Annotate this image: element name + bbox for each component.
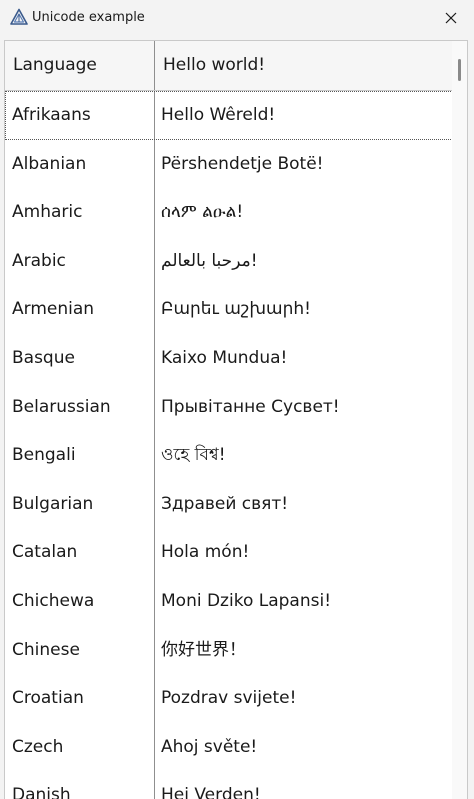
vertical-scrollbar[interactable]	[452, 41, 467, 799]
table-header: Language Hello world!	[5, 41, 453, 91]
cell-language: Bengali	[5, 431, 155, 480]
unicode-table: Language Hello world! Afrikaans Hello Wêr…	[4, 40, 468, 799]
cell-language: Belarussian	[5, 382, 155, 432]
cell-hello-world: ሰላም ልዑል!	[161, 202, 244, 223]
table-row[interactable]: Arabic مرحبا بالعالم!	[5, 236, 453, 286]
cell-language: Danish	[5, 771, 155, 799]
table-row[interactable]: Armenian Բարեւ աշխարհ!	[5, 285, 453, 334]
cell-language: Amharic	[5, 188, 155, 237]
table-row[interactable]: Chinese 你好世界！	[5, 625, 453, 675]
cell-hello-world: Përshendetje Botë!	[161, 153, 324, 174]
table-row[interactable]: Afrikaans Hello Wêreld!	[5, 91, 453, 140]
cell-hello-world: Ahoj světe!	[161, 736, 258, 757]
table-row[interactable]: Amharic ሰላም ልዑል!	[5, 188, 453, 237]
cell-hello-world: Прывітанне Сусвет!	[161, 396, 340, 417]
app-triangle-icon	[10, 8, 28, 26]
cell-hello-world: Hola món!	[161, 542, 250, 563]
cell-language: Bulgarian	[5, 479, 155, 529]
column-header-language[interactable]: Language	[5, 41, 155, 90]
column-header-hello-world[interactable]: Hello world!	[155, 41, 453, 90]
title-bar: Unicode example	[0, 0, 474, 36]
close-icon	[445, 12, 457, 24]
cell-hello-world: Բարեւ աշխարհ!	[161, 299, 311, 320]
scrollbar-thumb[interactable]	[458, 59, 461, 81]
table-row[interactable]: Belarussian Прывітанне Сусвет!	[5, 382, 453, 432]
cell-hello-world: Kaixo Mundua!	[161, 347, 288, 368]
cell-hello-world: Moni Dziko Lapansi!	[161, 590, 332, 611]
cell-language: Basque	[5, 333, 155, 383]
table-row[interactable]: Bengali ওহে বিশ্ব!	[5, 431, 453, 480]
cell-hello-world: 你好世界！	[161, 639, 246, 660]
table-row[interactable]: Danish Hej Verden!	[5, 771, 453, 799]
table-row[interactable]: Basque Kaixo Mundua!	[5, 333, 453, 383]
cell-language: Chichewa	[5, 576, 155, 626]
table-row[interactable]: Croatian Pozdrav svijete!	[5, 674, 453, 723]
cell-hello-world: ওহে বিশ্ব!	[161, 445, 226, 466]
close-button[interactable]	[428, 0, 474, 36]
cell-hello-world: Hello Wêreld!	[161, 105, 276, 125]
cell-language: Chinese	[5, 625, 155, 675]
table-row[interactable]: Czech Ahoj světe!	[5, 722, 453, 772]
table-body: Afrikaans Hello Wêreld! Albanian Përshendet…	[5, 91, 453, 799]
window-title: Unicode example	[32, 10, 145, 25]
cell-hello-world: مرحبا بالعالم!	[161, 250, 258, 271]
cell-language: Catalan	[5, 528, 155, 577]
cell-hello-world: Pozdrav svijete!	[161, 688, 297, 709]
cell-language: Arabic	[5, 236, 155, 286]
table-row[interactable]: Bulgarian Здравей свят!	[5, 479, 453, 529]
table-row[interactable]: Albanian Përshendetje Botë!	[5, 139, 453, 189]
app-window: Unicode example Language Hello world! Af…	[0, 0, 474, 799]
cell-hello-world: Здравей свят!	[161, 493, 289, 514]
cell-language: Croatian	[5, 674, 155, 723]
cell-hello-world: Hej Verden!	[161, 785, 261, 799]
cell-language: Albanian	[5, 139, 155, 189]
cell-language: Afrikaans	[5, 91, 155, 140]
table-row[interactable]: Chichewa Moni Dziko Lapansi!	[5, 576, 453, 626]
table-row[interactable]: Catalan Hola món!	[5, 528, 453, 577]
cell-language: Armenian	[5, 285, 155, 334]
cell-language: Czech	[5, 722, 155, 772]
